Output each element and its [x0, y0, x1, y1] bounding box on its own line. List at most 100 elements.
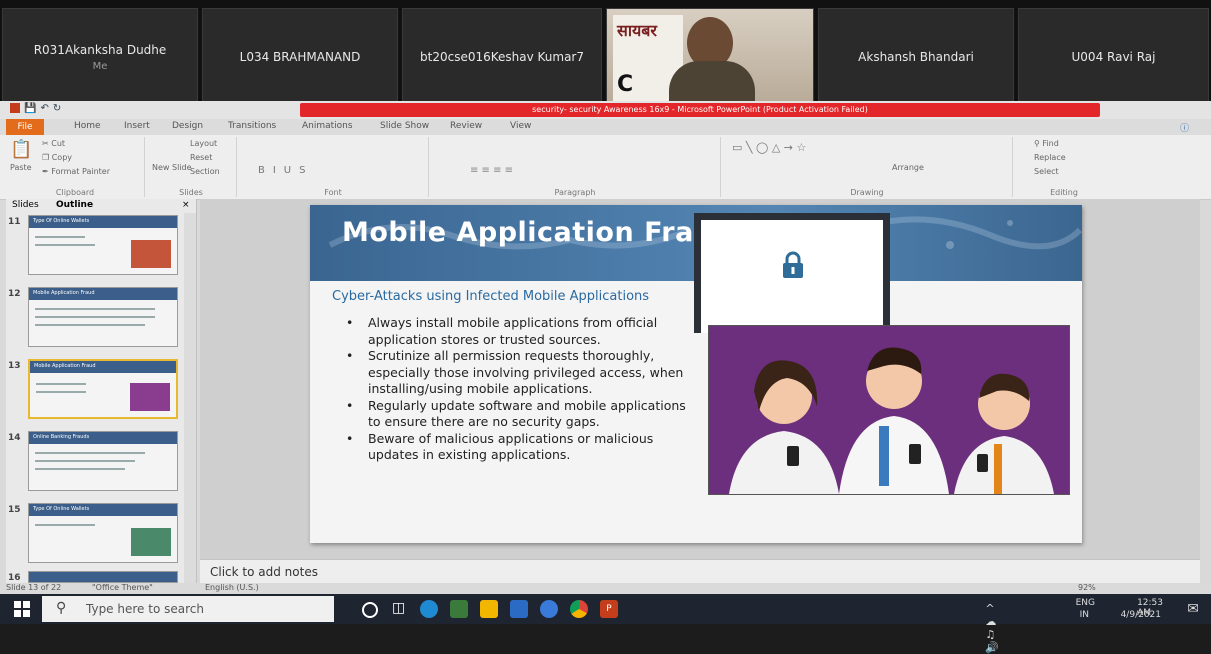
- participant-tile[interactable]: bt20cse016Keshav Kumar7: [402, 8, 602, 106]
- font-label: Font: [324, 188, 342, 197]
- tab-slides[interactable]: Slides: [12, 200, 39, 210]
- thumbnail-title: Mobile Application Fraud: [33, 290, 95, 296]
- section-button[interactable]: Section: [190, 167, 220, 176]
- notes-placeholder: Click to add notes: [210, 565, 318, 579]
- font-group: BIUS Font: [238, 137, 429, 197]
- bullet-item: Beware of malicious applications or mali…: [346, 431, 696, 464]
- paste-icon[interactable]: 📋: [10, 139, 32, 160]
- windows-taskbar: ⚲ Type here to search ◫ P ^ ☁ ♫ 🔊 ENG IN…: [0, 594, 1211, 654]
- participant-tile[interactable]: U004 Ravi Raj: [1018, 8, 1209, 106]
- select-button[interactable]: Select: [1034, 167, 1059, 176]
- thumbnail-text-line: [35, 468, 125, 470]
- format-painter-button[interactable]: ✒ Format Painter: [42, 167, 110, 176]
- edge-browser-icon[interactable]: [420, 600, 438, 618]
- thumbnail-picture: [131, 528, 171, 556]
- participant-tile[interactable]: L034 BRAHMANAND: [202, 8, 398, 106]
- reset-button[interactable]: Reset: [190, 153, 212, 162]
- app-icon[interactable]: [450, 600, 468, 618]
- search-placeholder: Type here to search: [86, 602, 204, 616]
- arrange-button[interactable]: Arrange: [892, 163, 924, 172]
- tab-outline[interactable]: Outline: [56, 200, 93, 210]
- thumbnail-number: 16: [8, 573, 21, 583]
- powerpoint-logo-icon: [10, 103, 20, 113]
- paste-button[interactable]: Paste: [10, 163, 32, 172]
- thumbnail-number: 15: [8, 505, 21, 515]
- task-view-icon[interactable]: ◫: [392, 600, 410, 618]
- cortana-icon[interactable]: [362, 602, 378, 618]
- tab-insert[interactable]: Insert: [124, 121, 150, 131]
- align-buttons[interactable]: ≡ ≡ ≡ ≡: [470, 165, 513, 176]
- paragraph-group: ≡ ≡ ≡ ≡ Paragraph: [430, 137, 721, 197]
- doctors-with-phones-image: [709, 326, 1069, 494]
- thumbnail-text-line: [36, 391, 86, 393]
- find-button[interactable]: ⚲ Find: [1034, 139, 1059, 148]
- windows-start-icon[interactable]: [14, 601, 30, 617]
- search-icon: ⚲: [56, 600, 67, 616]
- tab-slide-show[interactable]: Slide Show: [380, 121, 429, 131]
- zoom-meeting-icon[interactable]: [540, 600, 558, 618]
- slides-label: Slides: [179, 188, 203, 197]
- thumbnail-text-line: [36, 383, 86, 385]
- thumbnail-banner: Mobile Application Fraud: [30, 361, 176, 373]
- tab-animations[interactable]: Animations: [302, 121, 353, 131]
- thumbnail-banner: Online Banking Frauds: [29, 432, 177, 444]
- font-format-buttons[interactable]: BIUS: [258, 165, 313, 176]
- redo-icon[interactable]: ↻: [53, 103, 61, 114]
- thumbnail-image: Mobile Application Fraud: [28, 287, 178, 347]
- video-sign-letter: C: [617, 72, 634, 97]
- save-icon[interactable]: 💾: [24, 103, 36, 114]
- thumbnail-title: Type Of Online Wallets: [33, 506, 90, 512]
- thumbnail-image: Online Banking Frauds: [28, 431, 178, 491]
- thumbnail-banner: Type Of Online Wallets: [29, 216, 177, 228]
- tab-file[interactable]: File: [6, 119, 44, 135]
- clipboard-group: 📋 Paste ✂ Cut ❐ Copy ✒ Format Painter Cl…: [6, 137, 145, 197]
- new-slide-button[interactable]: New Slide: [152, 163, 192, 172]
- status-bar: Slide 13 of 22 "Office Theme" English (U…: [0, 583, 1211, 594]
- thumbnail-image: Type Of Online Wallets: [28, 503, 178, 563]
- file-explorer-icon[interactable]: [480, 600, 498, 618]
- cut-button[interactable]: ✂ Cut: [42, 139, 65, 148]
- layout-button[interactable]: Layout: [190, 139, 217, 148]
- drawing-label: Drawing: [850, 188, 884, 197]
- slides-pane: Slides Outline × 11 Type Of Online Walle…: [6, 199, 197, 583]
- participant-strip: R031Akanksha Dudhe Me L034 BRAHMANAND bt…: [0, 0, 1211, 113]
- language-indicator[interactable]: ENG: [1076, 598, 1095, 608]
- brush-icon: ✒: [42, 167, 52, 176]
- ribbon: 📋 Paste ✂ Cut ❐ Copy ✒ Format Painter Cl…: [0, 135, 1211, 200]
- thumbnail-title: Online Banking Frauds: [33, 434, 90, 440]
- zoom-level[interactable]: 92%: [1078, 583, 1096, 592]
- notes-pane[interactable]: Click to add notes: [200, 559, 1200, 584]
- thumbnail-title: Type Of Online Wallets: [33, 218, 90, 224]
- pane-scrollbar[interactable]: [184, 213, 196, 583]
- powerpoint-taskbar-icon[interactable]: P: [600, 600, 618, 618]
- chrome-icon[interactable]: [570, 600, 588, 618]
- ribbon-tabs: File Home Insert Design Transitions Anim…: [0, 119, 1211, 135]
- mail-icon[interactable]: [510, 600, 528, 618]
- close-pane-icon[interactable]: ×: [182, 200, 190, 210]
- replace-button[interactable]: Replace: [1034, 153, 1066, 162]
- format-painter-label: Format Painter: [51, 167, 110, 176]
- current-slide[interactable]: Mobile Application Fra Cyber-Attacks usi…: [310, 205, 1082, 543]
- undo-icon[interactable]: ↶: [40, 103, 48, 114]
- tab-view[interactable]: View: [510, 121, 531, 131]
- shapes-gallery[interactable]: ▭ ╲ ◯ △ → ☆: [732, 141, 806, 154]
- help-icon[interactable]: ⓘ: [1180, 121, 1189, 134]
- tab-home[interactable]: Home: [74, 121, 101, 131]
- thumbnail-number: 12: [8, 289, 21, 299]
- participant-name: L034 BRAHMANAND: [239, 50, 361, 64]
- bullet-item: Always install mobile applications from …: [346, 315, 696, 348]
- participant-video-tile[interactable]: सायबर C: [606, 8, 814, 107]
- tab-design[interactable]: Design: [172, 121, 203, 131]
- tab-review[interactable]: Review: [450, 121, 482, 131]
- cut-label: Cut: [51, 139, 66, 148]
- notification-icon[interactable]: ✉: [1187, 601, 1199, 617]
- tray-icons[interactable]: ^ ☁ ♫ 🔊: [985, 602, 1005, 654]
- region-indicator: IN: [1079, 610, 1089, 620]
- tab-transitions[interactable]: Transitions: [228, 121, 276, 131]
- clock-date[interactable]: 4/9/2021: [1121, 610, 1161, 620]
- taskbar-search-box[interactable]: ⚲ Type here to search: [42, 596, 334, 622]
- participant-tile[interactable]: R031Akanksha Dudhe Me: [2, 8, 198, 106]
- copy-button[interactable]: ❐ Copy: [42, 153, 72, 162]
- bullet-item: Scrutinize all permission requests thoro…: [346, 348, 696, 398]
- participant-tile[interactable]: Akshansh Bhandari: [818, 8, 1014, 106]
